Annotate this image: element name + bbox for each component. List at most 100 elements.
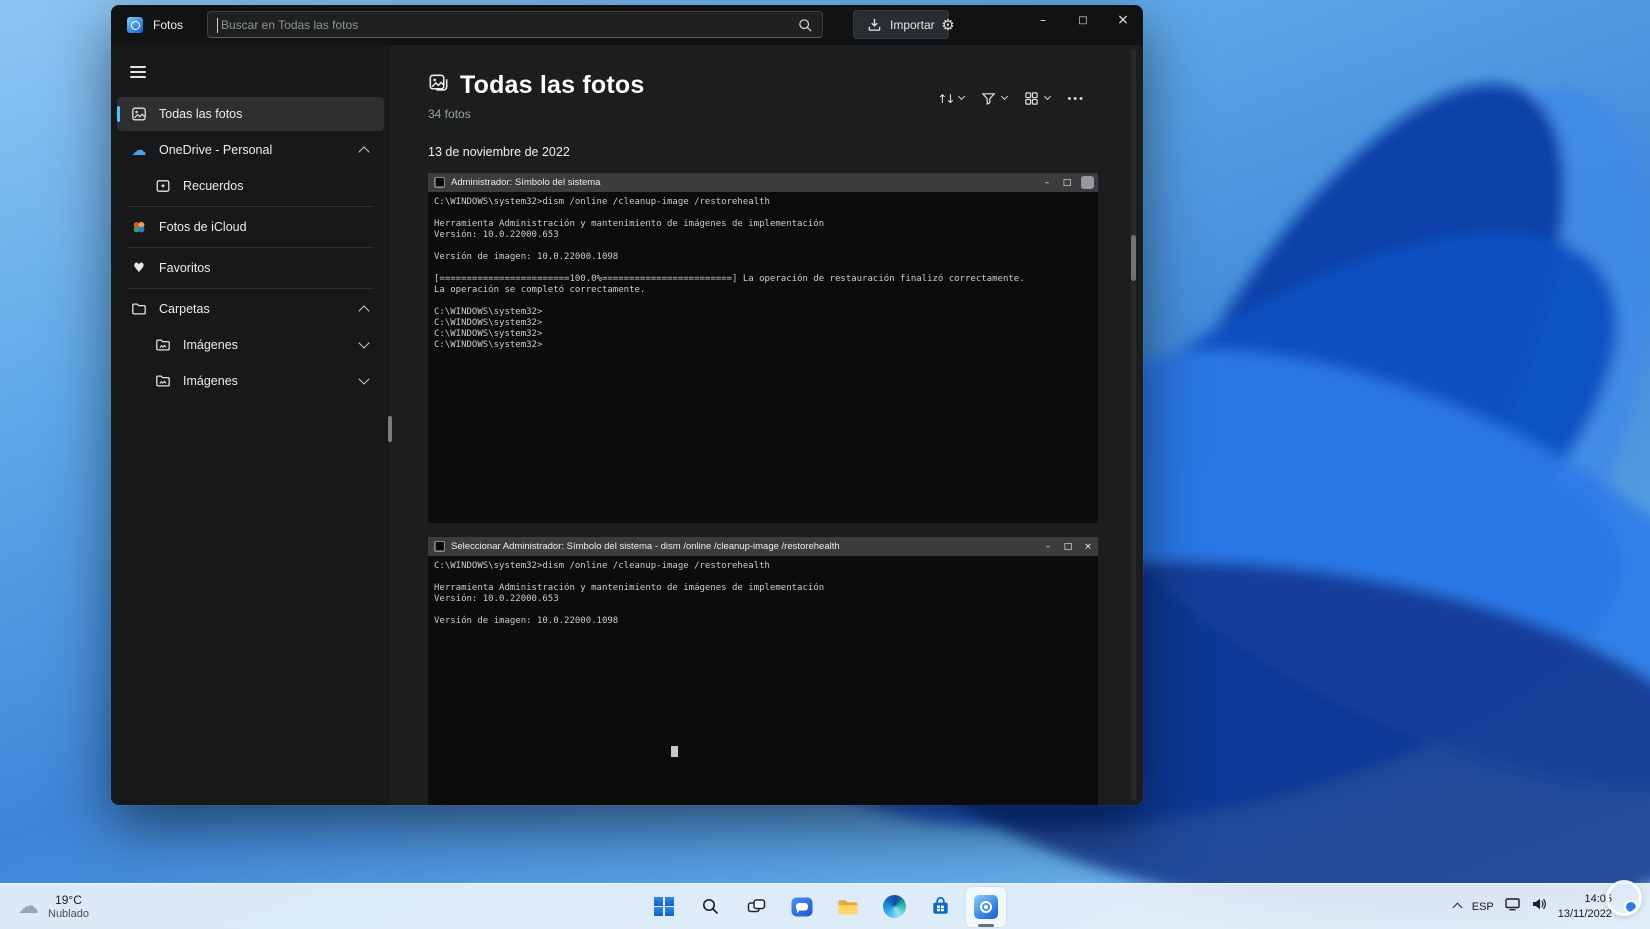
chat-button[interactable] xyxy=(782,887,822,927)
photo-grid: Administrador: Símbolo del sistema – □ C… xyxy=(428,173,1098,805)
volume-button[interactable] xyxy=(1531,897,1547,916)
search-button[interactable] xyxy=(690,887,730,927)
maximize-button[interactable]: □ xyxy=(1063,5,1103,35)
sidebar-item-recuerdos[interactable]: Recuerdos xyxy=(117,169,384,203)
cmd-line: C:\WINDOWS\system32>dism /online /cleanu… xyxy=(434,197,770,207)
taskbar-icons xyxy=(644,884,1006,929)
cmd-line xyxy=(434,263,1092,274)
language-indicator[interactable]: ESP xyxy=(1472,901,1494,913)
scrollbar-track[interactable] xyxy=(1131,49,1136,801)
photos-app-button[interactable] xyxy=(966,886,1006,927)
chevron-down-icon xyxy=(1001,92,1009,101)
sidebar-item-favoritos[interactable]: ♥ Favoritos xyxy=(117,251,384,285)
photo-select-checkbox[interactable] xyxy=(1081,176,1094,189)
active-app-indicator xyxy=(978,923,994,927)
volume-icon xyxy=(1532,898,1546,910)
clock[interactable]: 14:05 13/11/2022 xyxy=(1558,892,1612,921)
app-name: Fotos xyxy=(153,18,184,32)
hamburger-menu-button[interactable] xyxy=(119,55,157,89)
photos-collection-icon xyxy=(428,73,449,99)
titlebar: Fotos Importar ⚙ – xyxy=(111,5,1143,45)
photos-app-window: Fotos Importar ⚙ – xyxy=(111,5,1143,805)
heart-icon: ♥ xyxy=(133,260,145,276)
photo-thumbnail-2[interactable]: Seleccionar Administrador: Símbolo del s… xyxy=(428,537,1098,805)
cmd-output: C:\WINDOWS\system32>dism /online /cleanu… xyxy=(428,192,1098,523)
layout-button[interactable] xyxy=(1024,91,1052,106)
close-button[interactable]: × xyxy=(1103,5,1143,35)
search-box[interactable] xyxy=(207,11,823,38)
weather-temperature: 19°C xyxy=(55,893,82,907)
cmd-titlebar: Administrador: Símbolo del sistema – □ xyxy=(428,173,1098,192)
scrollbar-thumb[interactable] xyxy=(1131,235,1136,281)
cmd-window-controls: – □ xyxy=(1037,176,1098,189)
chevron-down-icon xyxy=(358,337,370,349)
cmd-line: Versión de imagen: 10.0.22000.1098 xyxy=(434,616,619,626)
import-label: Importar xyxy=(890,17,935,32)
notification-badge[interactable] xyxy=(1624,899,1638,914)
cmd-line xyxy=(434,208,1092,219)
minimize-button[interactable]: – xyxy=(1023,5,1063,35)
photo-count: 34 fotos xyxy=(428,107,471,121)
sidebar-item-icloud[interactable]: Fotos de iCloud xyxy=(117,210,384,244)
filter-button[interactable] xyxy=(981,91,1009,106)
photo-thumbnail-1[interactable]: Administrador: Símbolo del sistema – □ C… xyxy=(428,173,1098,523)
weather-widget[interactable]: ☁ 19°C Nublado xyxy=(10,884,97,929)
cmd-line: Herramienta Administración y mantenimien… xyxy=(434,583,825,593)
sidebar-item-onedrive[interactable]: ☁ OneDrive - Personal xyxy=(117,133,384,167)
close-icon: × xyxy=(1084,541,1092,552)
cmd-line: C:\WINDOWS\system32> xyxy=(434,318,543,328)
photos-app-icon xyxy=(127,17,143,33)
task-view-icon xyxy=(747,899,765,913)
cmd-line xyxy=(434,241,1092,252)
search-icon xyxy=(702,898,718,914)
cmd-line: Versión: 10.0.22000.653 xyxy=(434,230,559,240)
tray-chevron-button[interactable] xyxy=(1452,898,1463,916)
app-identity: Fotos xyxy=(127,17,183,33)
edge-button[interactable] xyxy=(874,887,914,927)
divider xyxy=(127,247,374,248)
sidebar-item-carpetas[interactable]: Carpetas xyxy=(117,292,384,326)
sort-button[interactable]: ↑↓ xyxy=(937,92,966,106)
search-input[interactable] xyxy=(208,12,822,37)
onedrive-cloud-icon: ☁ xyxy=(131,141,147,159)
chat-icon xyxy=(791,897,813,916)
sidebar-item-imagenes-1[interactable]: Imágenes xyxy=(117,328,384,362)
file-explorer-button[interactable] xyxy=(828,887,868,927)
cmd-line: C:\WINDOWS\system32> xyxy=(434,329,543,339)
tray-display-button[interactable] xyxy=(1505,897,1520,916)
app-body: Todas las fotos ☁ OneDrive - Personal Re… xyxy=(111,45,1143,805)
weather-condition: Nublado xyxy=(48,908,89,920)
content-header: Todas las fotos 34 fotos xyxy=(390,45,1143,121)
start-button[interactable] xyxy=(644,887,684,927)
cmd-icon xyxy=(434,177,445,188)
cmd-line: C:\WINDOWS\system32>dism /online /cleanu… xyxy=(434,561,770,571)
minimize-icon: – xyxy=(1044,177,1050,188)
file-explorer-icon xyxy=(838,899,858,914)
divider xyxy=(127,206,374,207)
more-options-button[interactable]: ••• xyxy=(1067,93,1085,105)
search-icon[interactable] xyxy=(798,18,813,33)
folder-icon xyxy=(131,301,147,317)
cmd-line xyxy=(434,605,1092,616)
grid-layout-icon xyxy=(1025,92,1039,105)
store-button[interactable] xyxy=(920,887,960,927)
settings-gear-icon[interactable]: ⚙ xyxy=(933,10,963,39)
sidebar-item-todas-las-fotos[interactable]: Todas las fotos xyxy=(117,97,384,131)
cmd-icon xyxy=(434,541,445,552)
sidebar-item-label: Imágenes xyxy=(183,338,238,352)
cmd-line: Versión: 10.0.22000.653 xyxy=(434,594,559,604)
task-view-button[interactable] xyxy=(736,887,776,927)
tray-display-icon xyxy=(1505,898,1520,911)
sidebar-item-label: Favoritos xyxy=(159,261,211,275)
cmd-window-controls: – □ × xyxy=(1038,542,1098,552)
page-title: Todas las fotos xyxy=(460,71,645,99)
cmd-window-title: Seleccionar Administrador: Símbolo del s… xyxy=(451,541,840,552)
photos-app-icon xyxy=(974,894,998,919)
sidebar-item-imagenes-2[interactable]: Imágenes xyxy=(117,364,384,398)
minimize-icon: – xyxy=(1045,541,1051,552)
sidebar-item-label: Imágenes xyxy=(183,374,238,388)
cmd-line: La operación se completó correctamente. xyxy=(434,285,646,295)
sidebar-resize-handle[interactable] xyxy=(388,416,392,442)
filter-icon xyxy=(981,93,996,106)
cloud-icon: ☁ xyxy=(18,894,39,918)
